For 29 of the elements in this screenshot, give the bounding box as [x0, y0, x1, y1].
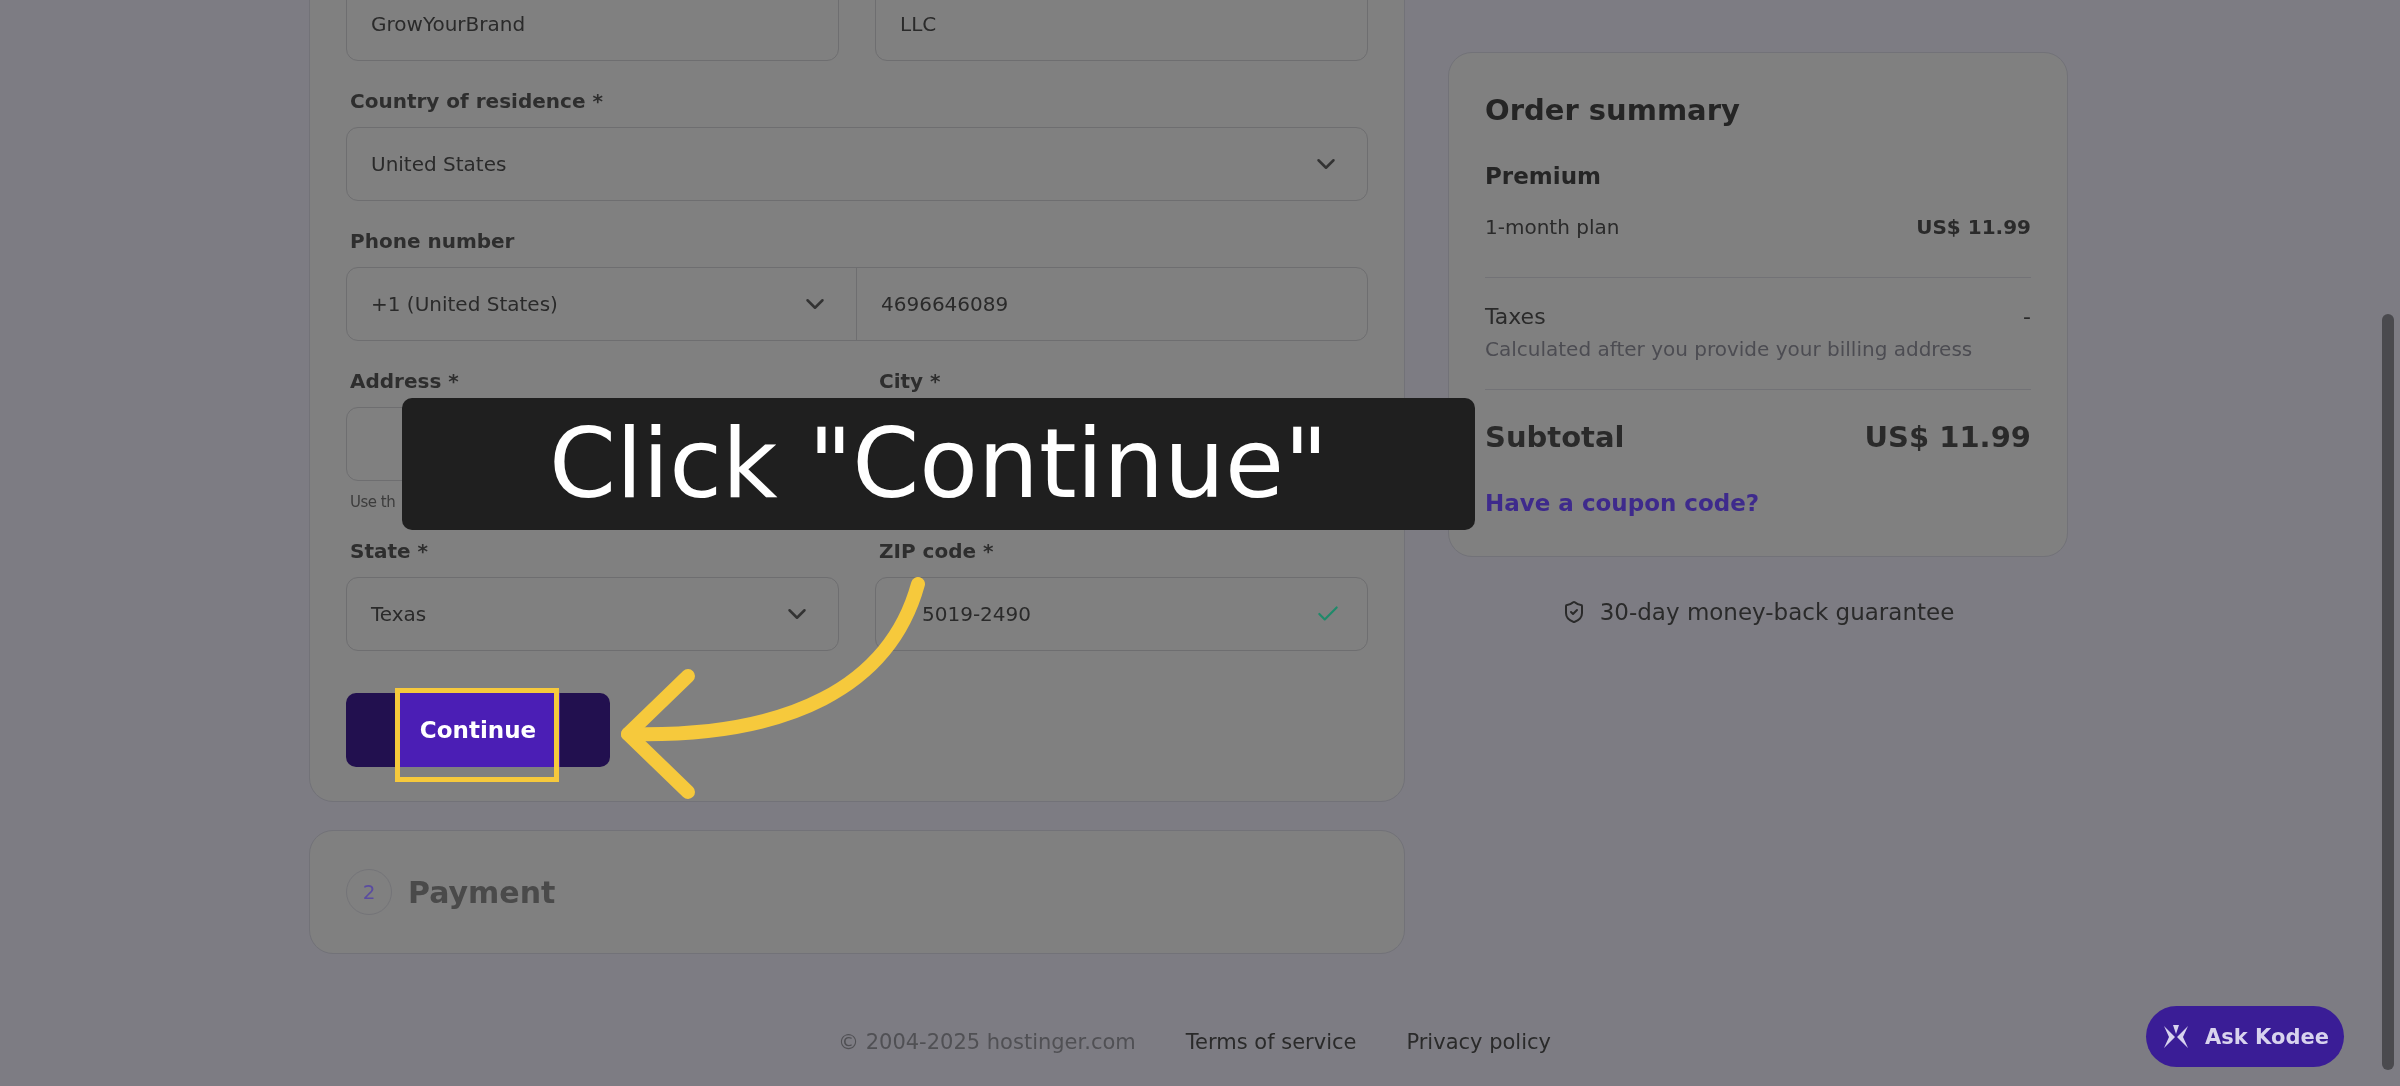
guarantee-text: 30-day money-back guarantee — [1599, 599, 1955, 625]
field-label: Address * — [350, 369, 460, 393]
state-select[interactable]: Texas — [346, 577, 839, 651]
taxes-value: - — [2023, 304, 2031, 329]
plan-name: Premium — [1485, 163, 1602, 189]
ask-kodee-button[interactable]: Ask Kodee — [2146, 1006, 2344, 1067]
plan-price: US$ 11.99 — [1916, 215, 2031, 239]
subtotal-label: Subtotal — [1485, 420, 1625, 454]
continue-button[interactable]: Continue — [346, 693, 610, 767]
taxes-label: Taxes — [1485, 304, 1546, 329]
field-label: ZIP code * — [879, 539, 995, 563]
field-label: Country of residence * — [350, 89, 604, 113]
field-hint: Use th — [350, 493, 396, 511]
footer-link[interactable]: Terms of service — [1185, 1030, 1357, 1054]
subtotal-value: US$ 11.99 — [1864, 420, 2031, 454]
plan-period: 1-month plan — [1485, 215, 1620, 239]
caption-tooltip: Click "Continue" — [402, 398, 1475, 530]
phone-field[interactable]: +1 (United States) 4696646089 — [346, 267, 1368, 341]
scrollbar-thumb[interactable] — [2382, 314, 2394, 1070]
field-label: State * — [350, 539, 429, 563]
summary-title: Order summary — [1485, 93, 1741, 127]
field-label: Phone number — [350, 229, 516, 253]
text-field[interactable]: GrowYourBrand — [346, 0, 839, 61]
zip-field[interactable]: 5019-2490 — [875, 577, 1368, 651]
coupon-link[interactable]: Have a coupon code? — [1485, 490, 2031, 516]
footer-link[interactable]: Privacy policy — [1406, 1030, 1551, 1054]
country-select[interactable]: United States — [346, 127, 1368, 201]
text-field[interactable]: LLC — [875, 0, 1368, 61]
field-label: City * — [879, 369, 942, 393]
